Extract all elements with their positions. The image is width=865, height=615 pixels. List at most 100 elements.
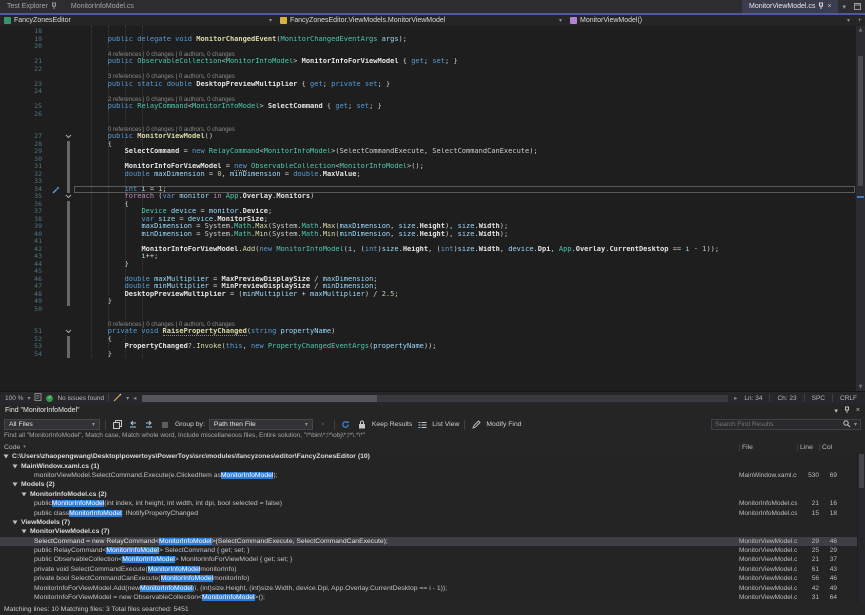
pin-icon[interactable] xyxy=(818,2,824,12)
scroll-left-icon[interactable]: ◂ xyxy=(133,394,136,402)
code-line[interactable]: 30 xyxy=(0,156,855,164)
code-line[interactable]: 31 MonitorInfoForViewModel = new Observa… xyxy=(0,163,855,171)
health-status[interactable]: No issues found xyxy=(57,395,104,402)
quick-actions-icon[interactable] xyxy=(50,186,64,194)
code-line[interactable]: 40 minDimension = System.Math.Min(System… xyxy=(0,231,855,239)
chevron-down-icon[interactable]: ▾ xyxy=(854,421,857,428)
column-indicator[interactable]: Ch: 23 xyxy=(774,395,799,402)
code-line[interactable]: 41 xyxy=(0,238,855,246)
scroll-down-icon[interactable]: ▼ xyxy=(856,384,865,390)
find-result-row[interactable]: private void SelectCommandExecute(Monito… xyxy=(0,565,865,574)
keep-results-label[interactable]: Keep Results xyxy=(372,421,412,428)
tab-monitorinfomodel[interactable]: MonitorInfoModel.cs xyxy=(64,0,141,13)
find-result-row[interactable]: public ObservableCollection<MonitorInfoM… xyxy=(0,555,865,564)
column-line[interactable]: Line xyxy=(797,444,819,451)
find-result-row[interactable]: MonitorInfoForViewModel = new Observable… xyxy=(0,593,865,602)
outline-collapse-icon[interactable] xyxy=(64,328,74,336)
results-scrollbar[interactable] xyxy=(857,452,865,604)
vertical-scrollbar[interactable]: ▲ ▼ xyxy=(855,26,865,391)
tab-test-explorer[interactable]: Test Explorer xyxy=(0,0,64,13)
code-line[interactable]: 47 double minMultiplier = MinPreviewDisp… xyxy=(0,283,855,291)
search-input[interactable] xyxy=(715,421,840,428)
codelens-text[interactable]: 4 references | 0 changes | 0 authors, 0 … xyxy=(74,51,855,59)
search-box[interactable]: ▾ xyxy=(711,419,861,430)
codelens-text[interactable]: 3 references | 0 changes | 0 authors, 0 … xyxy=(74,73,855,81)
tree-expand-icon[interactable] xyxy=(12,520,18,525)
close-icon[interactable]: × xyxy=(827,3,831,10)
list-view-icon[interactable] xyxy=(416,419,428,431)
chevron-down-icon[interactable]: ▾ xyxy=(838,0,850,13)
codelens-row[interactable]: 3 references | 0 changes | 0 authors, 0 … xyxy=(0,73,855,81)
indentation-indicator[interactable]: SPC xyxy=(809,395,828,402)
scrollbar-thumb[interactable] xyxy=(858,56,863,186)
zoom-level[interactable]: 100 % xyxy=(5,395,23,402)
code-line[interactable]: 26 xyxy=(0,111,855,119)
code-line[interactable]: 24 xyxy=(0,88,855,96)
code-line[interactable]: 44 } xyxy=(0,261,855,269)
find-group-row[interactable]: MonitorInfoModel.cs (2) xyxy=(0,490,865,499)
code-line[interactable]: 52 { xyxy=(0,336,855,344)
codelens-text[interactable]: 0 references | 0 changes | 0 authors, 0 … xyxy=(74,321,855,329)
column-code[interactable]: Code ▾ xyxy=(0,444,739,451)
chevron-down-icon[interactable]: ▾ xyxy=(27,395,30,402)
chevron-down-icon[interactable]: ▾ xyxy=(834,407,838,415)
tree-expand-icon[interactable] xyxy=(12,482,18,487)
horizontal-scrollbar[interactable] xyxy=(142,395,728,402)
column-file[interactable]: File xyxy=(739,444,797,451)
find-result-row[interactable]: public RelayCommand<MonitorInfoModel> Se… xyxy=(0,546,865,555)
code-line[interactable]: 28 { xyxy=(0,141,855,149)
scrollbar-thumb[interactable] xyxy=(142,395,376,402)
go-to-previous-location-icon[interactable] xyxy=(127,419,139,431)
find-results-titlebar[interactable]: Find "MonitorInfoModel" ▾ × xyxy=(0,404,865,417)
scroll-up-icon[interactable]: ▲ xyxy=(856,27,865,33)
find-group-row[interactable]: Models (2) xyxy=(0,480,865,489)
code-line[interactable]: 53 PropertyChanged?.Invoke(this, new Pro… xyxy=(0,343,855,351)
document-health-icon[interactable] xyxy=(34,393,42,403)
find-result-row[interactable]: public MonitorInfoModel(int index, int h… xyxy=(0,499,865,508)
tree-expand-icon[interactable] xyxy=(12,464,18,469)
find-result-row[interactable]: SelectCommand = new RelayCommand<Monitor… xyxy=(0,537,865,546)
outline-collapse-icon[interactable] xyxy=(64,133,74,141)
tree-expand-icon[interactable] xyxy=(21,529,27,534)
group-by-dropdown[interactable]: Path then File ▾ xyxy=(209,419,313,430)
refresh-icon[interactable] xyxy=(340,419,352,431)
code-line[interactable]: 50 xyxy=(0,306,855,314)
code-line[interactable]: 39 maxDimension = System.Math.Max(System… xyxy=(0,223,855,231)
split-editor-icon[interactable]: + xyxy=(854,15,865,26)
tree-expand-icon[interactable] xyxy=(21,492,27,497)
code-line[interactable]: 54 } xyxy=(0,351,855,359)
code-line[interactable]: 33 xyxy=(0,178,855,186)
code-line[interactable]: 35 foreach (var monitor in App.Overlay.M… xyxy=(0,193,855,201)
code-line[interactable]: 46 double maxMultiplier = MaxPreviewDisp… xyxy=(0,276,855,284)
scroll-right-icon[interactable]: ▸ xyxy=(734,394,737,402)
pencil-icon[interactable] xyxy=(470,419,482,431)
code-line[interactable]: 32 double maxDimension = 0, minDimension… xyxy=(0,171,855,179)
project-dropdown[interactable]: FancyZonesEditor ▾ xyxy=(0,15,276,26)
find-result-row[interactable]: monitorViewModel.SelectCommand.Execute(e… xyxy=(0,471,865,480)
code-line[interactable]: 48 DesktopPreviewMultiplier = (minMultip… xyxy=(0,291,855,299)
copy-results-icon[interactable] xyxy=(111,419,123,431)
code-line[interactable]: 20 xyxy=(0,43,855,51)
code-line[interactable]: 23 public static double DesktopPreviewMu… xyxy=(0,81,855,89)
code-line[interactable]: 51 private void RaisePropertyChanged(str… xyxy=(0,328,855,336)
find-group-row[interactable]: ViewModels (7) xyxy=(0,518,865,527)
line-ending-indicator[interactable]: CRLF xyxy=(837,395,860,402)
codelens-row[interactable]: 2 references | 0 changes | 0 authors, 0 … xyxy=(0,96,855,104)
code-line[interactable]: 22 xyxy=(0,66,855,74)
code-line[interactable]: 37 Device device = monitor.Device; xyxy=(0,208,855,216)
code-line[interactable]: 19 public delegate void MonitorChangedEv… xyxy=(0,36,855,44)
find-result-row[interactable]: public class MonitorInfoModel : INotifyP… xyxy=(0,508,865,517)
close-icon[interactable]: × xyxy=(856,407,860,414)
pin-icon[interactable] xyxy=(844,406,850,416)
code-line[interactable]: 49 } xyxy=(0,298,855,306)
tab-monitorviewmodel-active[interactable]: MonitorViewModel.cs × xyxy=(742,0,839,13)
list-view-label[interactable]: List View xyxy=(432,421,459,428)
find-group-row[interactable]: C:\Users\zhaopengwang\Desktop\powertoys\… xyxy=(0,452,865,461)
code-line[interactable]: 42 MonitorInfoForViewModel.Add(new Monit… xyxy=(0,246,855,254)
type-dropdown[interactable]: FancyZonesEditor.ViewModels.MonitorViewM… xyxy=(276,15,566,26)
code-line[interactable]: 45 xyxy=(0,268,855,276)
code-line[interactable]: 43 i++; xyxy=(0,253,855,261)
code-line[interactable]: 38 var size = device.MonitorSize; xyxy=(0,216,855,224)
code-editor[interactable]: 1819 public delegate void MonitorChanged… xyxy=(0,26,865,391)
code-line[interactable]: 29 SelectCommand = new RelayCommand<Moni… xyxy=(0,148,855,156)
